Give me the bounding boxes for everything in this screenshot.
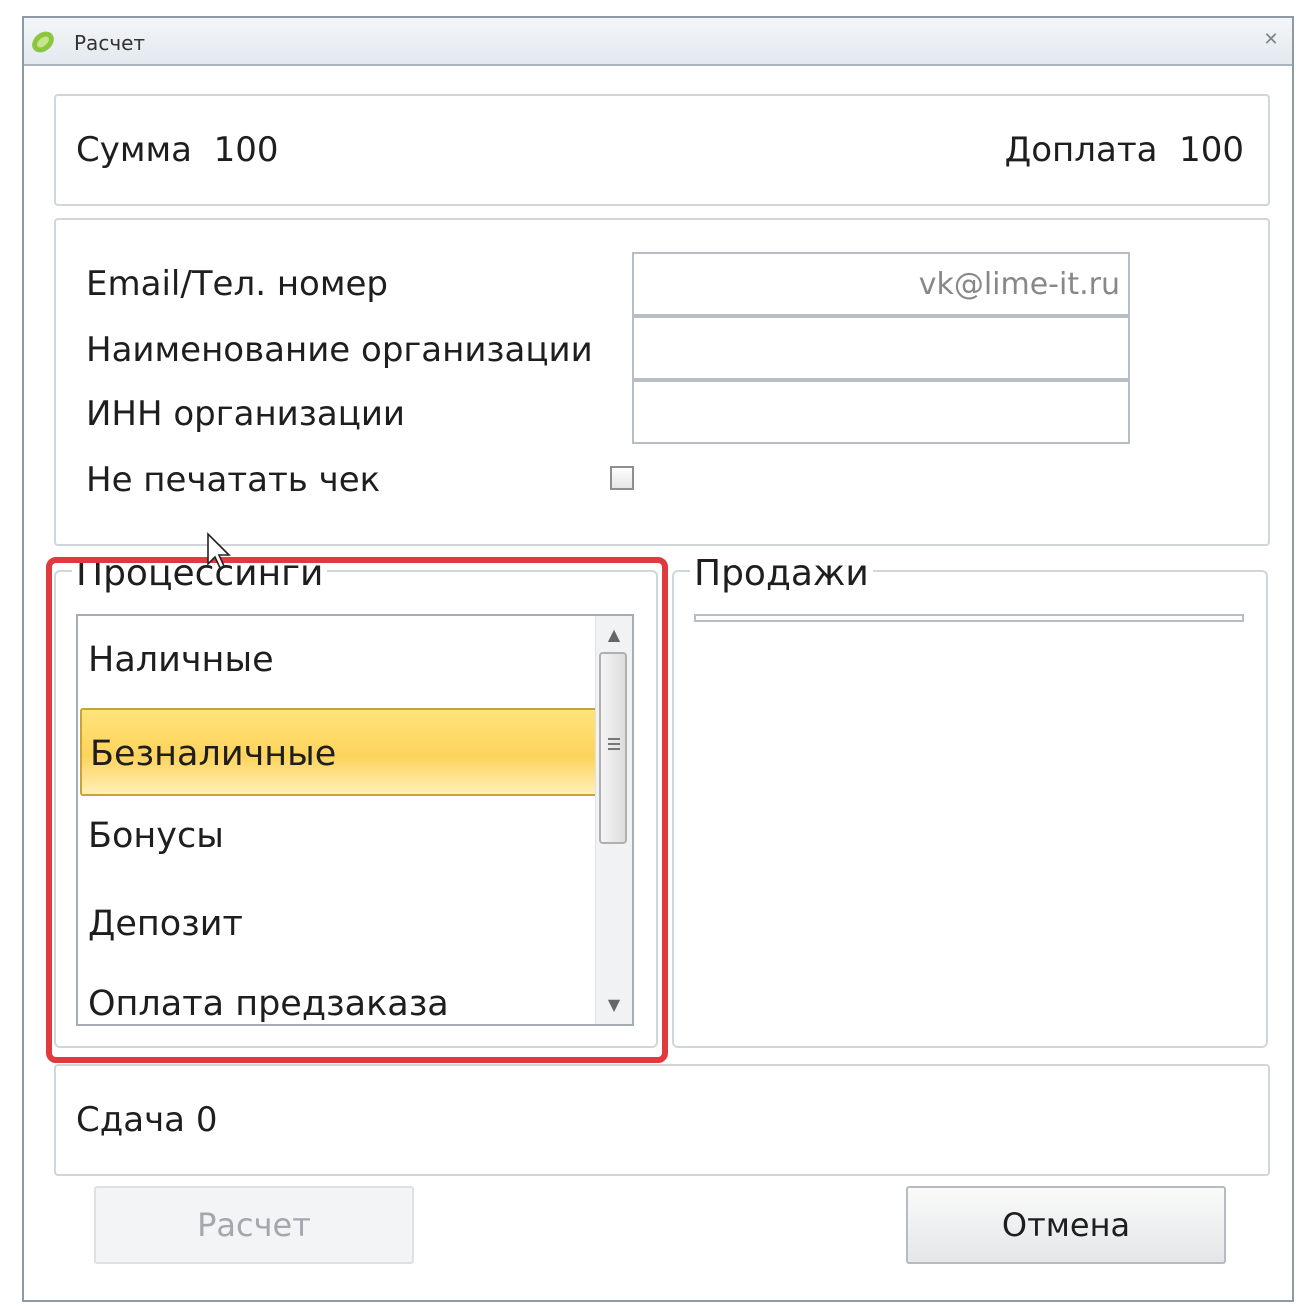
email-label: Email/Тел. номер — [86, 264, 388, 304]
calculate-button[interactable]: Расчет — [94, 1186, 414, 1264]
highlight-frame — [46, 557, 668, 1063]
sum-label: Сумма 100 — [76, 130, 279, 170]
no-print-checkbox[interactable] — [610, 466, 634, 490]
surcharge-value: 100 — [1179, 130, 1244, 170]
sales-title: Продажи — [690, 554, 873, 594]
sales-list-header — [694, 614, 1244, 622]
inn-label: ИНН организации — [86, 394, 406, 434]
totals-panel: Сумма 100 Доплата 100 — [54, 94, 1270, 206]
window-title: Расчет — [74, 31, 146, 55]
lime-leaf-icon — [32, 31, 54, 53]
title-bar[interactable]: Расчет ✕ — [24, 18, 1292, 66]
no-print-label: Не печатать чек — [86, 460, 381, 500]
change-label: Сдача 0 — [76, 1100, 218, 1140]
inn-field[interactable] — [632, 380, 1130, 444]
customer-info-panel: Email/Тел. номер Наименование организаци… — [54, 218, 1270, 546]
close-icon[interactable]: ✕ — [1258, 29, 1284, 51]
sum-value: 100 — [213, 130, 279, 170]
change-value: 0 — [195, 1100, 218, 1140]
org-name-field[interactable] — [632, 316, 1130, 380]
change-panel: Сдача 0 — [54, 1064, 1270, 1176]
org-name-label: Наименование организации — [86, 330, 593, 370]
mouse-cursor-icon — [207, 532, 231, 570]
email-field[interactable] — [632, 252, 1130, 316]
cancel-button[interactable]: Отмена — [906, 1186, 1226, 1264]
surcharge-label: Доплата 100 — [1004, 130, 1244, 170]
sales-group — [672, 570, 1268, 1048]
